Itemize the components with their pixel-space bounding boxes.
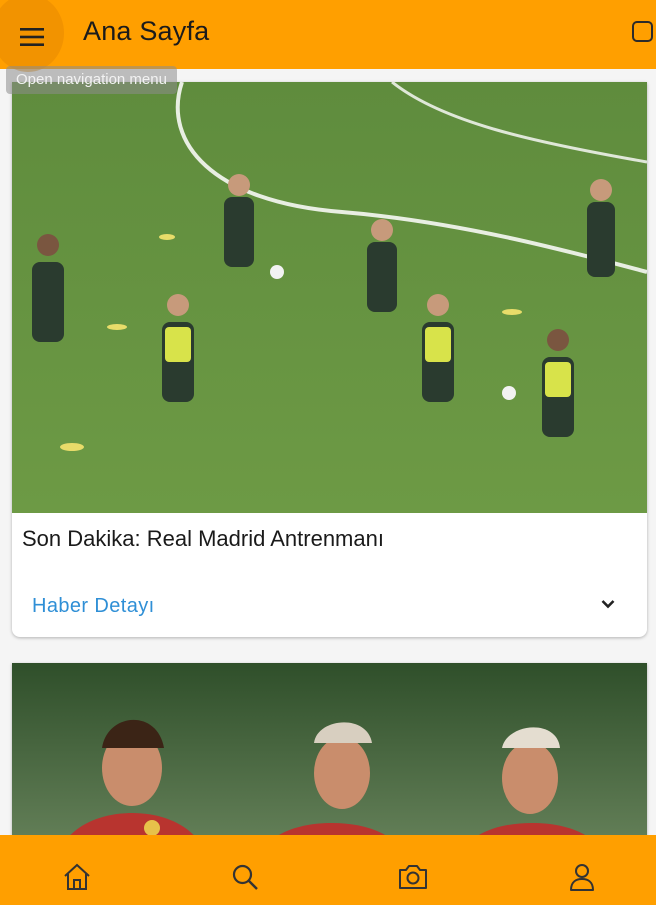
nav-search-button[interactable] bbox=[225, 857, 265, 897]
news-card: Son Dakika: Real Madrid Antrenmanı Haber… bbox=[12, 82, 647, 637]
chevron-down-icon bbox=[601, 600, 615, 609]
search-icon bbox=[232, 864, 258, 890]
appbar-checkbox[interactable] bbox=[632, 21, 653, 42]
open-navigation-menu-button[interactable] bbox=[0, 0, 64, 72]
hamburger-menu-icon bbox=[20, 28, 44, 46]
navigation-tooltip: Open navigation menu bbox=[6, 66, 177, 94]
news-title: Son Dakika: Real Madrid Antrenmanı bbox=[22, 526, 384, 551]
galatasaray-players-photo bbox=[12, 663, 647, 835]
nav-camera-button[interactable] bbox=[393, 857, 433, 897]
nav-profile-button[interactable] bbox=[562, 857, 602, 897]
home-icon bbox=[64, 863, 90, 890]
news-feed[interactable]: Son Dakika: Real Madrid Antrenmanı Haber… bbox=[0, 69, 656, 835]
bottom-navigation-bar bbox=[0, 835, 656, 905]
camera-icon bbox=[399, 865, 427, 889]
app-bar: Ana Sayfa bbox=[0, 0, 656, 72]
football-training-photo bbox=[12, 82, 647, 513]
page-title: Ana Sayfa bbox=[83, 16, 210, 46]
news-card bbox=[12, 663, 647, 835]
news-detail-expander[interactable]: Haber Detayı bbox=[12, 582, 647, 632]
profile-icon bbox=[570, 864, 594, 891]
news-detail-label: Haber Detayı bbox=[32, 595, 155, 617]
nav-home-button[interactable] bbox=[57, 857, 97, 897]
